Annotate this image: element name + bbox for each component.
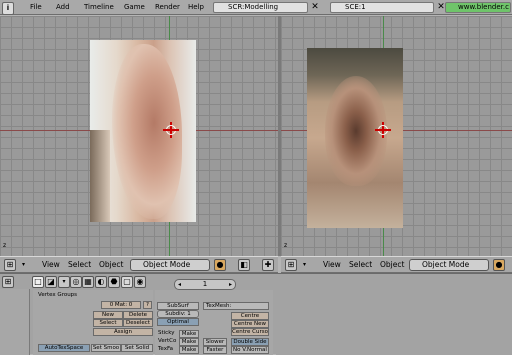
mode-selector[interactable]: Object Mode bbox=[130, 259, 210, 271]
set-smooth-button[interactable]: Set Smoo bbox=[91, 344, 121, 352]
3d-cursor-icon bbox=[375, 122, 391, 138]
make-texface-button[interactable]: Make bbox=[179, 346, 199, 354]
logic-icon[interactable]: ◎ bbox=[70, 276, 82, 288]
editor-type-icon[interactable]: ⊞ bbox=[4, 259, 16, 271]
panel-icon[interactable]: □ bbox=[32, 276, 44, 288]
script-icon[interactable]: ▦ bbox=[82, 276, 94, 288]
editing-icon[interactable]: ▢ bbox=[121, 276, 133, 288]
manipulator-icon[interactable]: ✚ bbox=[262, 259, 274, 271]
menu-view[interactable]: View bbox=[42, 259, 60, 271]
delete-material-button[interactable]: Delete bbox=[123, 311, 153, 319]
axis-indicator: z bbox=[284, 242, 288, 249]
collapse-icon[interactable]: ▾ bbox=[303, 259, 306, 271]
subsurf-toggle[interactable]: SubSurf bbox=[157, 302, 199, 310]
editor-type-icon[interactable]: ⊞ bbox=[285, 259, 297, 271]
new-material-button[interactable]: New bbox=[93, 311, 123, 319]
vertcol-label: VertCo bbox=[158, 338, 177, 344]
ear-side-reference-image bbox=[307, 48, 403, 228]
menu-file[interactable]: File bbox=[30, 2, 42, 13]
viewport-left[interactable]: z bbox=[0, 16, 278, 256]
layout-icon[interactable]: ◪ bbox=[45, 276, 57, 288]
material-help-button[interactable]: ? bbox=[143, 301, 152, 309]
draw-type-icon[interactable]: ● bbox=[214, 259, 226, 271]
buttons-window: ⊞ □ ◪ ▾ ◎ ▦ ◐ ⬣ ▢ ◉ ◂ 1 ▸ Vertex Groups … bbox=[0, 273, 512, 355]
menu-object[interactable]: Object bbox=[99, 259, 123, 271]
no-vnormal-toggle[interactable]: No V.Normal bbox=[231, 346, 269, 354]
viewport-header-right: ⊞ ▾ View Select Object Object Mode ● bbox=[281, 256, 512, 273]
mesh-panel: SubSurf Subdiv: 1 Optimal TexMesh: Stick… bbox=[155, 290, 273, 355]
screen-close-icon[interactable]: ✕ bbox=[310, 2, 320, 13]
shading-icon[interactable]: ◐ bbox=[95, 276, 107, 288]
link-materials-panel: Vertex Groups 0 Mat: 0 ? New Delete Sele… bbox=[33, 290, 153, 355]
texmesh-field[interactable]: TexMesh: bbox=[203, 302, 269, 310]
material-index-field[interactable]: 0 Mat: 0 bbox=[101, 301, 141, 309]
menu-object[interactable]: Object bbox=[380, 259, 404, 271]
deselect-button[interactable]: Deselect bbox=[123, 319, 153, 327]
3d-cursor-icon bbox=[163, 122, 179, 138]
axis-indicator: z bbox=[3, 242, 7, 249]
menu-render[interactable]: Render bbox=[155, 2, 180, 13]
page-prev-icon[interactable]: ◂ bbox=[178, 280, 181, 289]
menu-view[interactable]: View bbox=[323, 259, 341, 271]
page-stepper[interactable]: ◂ 1 ▸ bbox=[174, 279, 236, 290]
double-sided-toggle[interactable]: Double Side bbox=[231, 338, 269, 346]
buttons-side-strip bbox=[0, 289, 30, 355]
object-icon[interactable]: ⬣ bbox=[108, 276, 120, 288]
menu-add[interactable]: Add bbox=[56, 2, 70, 13]
subdiv-field[interactable]: Subdiv: 1 bbox=[157, 310, 199, 318]
page-next-icon[interactable]: ▸ bbox=[229, 280, 232, 289]
viewport-header-left: ⊞ ▾ View Select Object Object Mode ● ◧ ✚ bbox=[0, 256, 278, 273]
screen-selector[interactable]: SCR:Modelling bbox=[213, 2, 308, 13]
mode-selector[interactable]: Object Mode bbox=[409, 259, 489, 271]
viewport-right[interactable]: z bbox=[281, 16, 512, 256]
menu-timeline[interactable]: Timeline bbox=[84, 2, 114, 13]
texface-label: TexFa bbox=[158, 346, 173, 352]
scene-icon[interactable]: ◉ bbox=[134, 276, 146, 288]
page-number: 1 bbox=[202, 280, 208, 288]
draw-type-icon[interactable]: ● bbox=[493, 259, 505, 271]
centre-button[interactable]: Centre bbox=[231, 312, 269, 320]
mode-label: Object Mode bbox=[422, 260, 470, 269]
optimal-toggle[interactable]: Optimal bbox=[157, 318, 199, 326]
website-link[interactable]: www.blender.c bbox=[445, 2, 511, 13]
sticky-label: Sticky bbox=[158, 330, 175, 336]
mode-label: Object Mode bbox=[143, 260, 191, 269]
menu-select[interactable]: Select bbox=[68, 259, 91, 271]
make-vertcol-button[interactable]: Make bbox=[179, 338, 199, 346]
set-solid-button[interactable]: Set Solid bbox=[121, 344, 153, 352]
select-button[interactable]: Select bbox=[93, 319, 123, 327]
collapse-icon[interactable]: ▾ bbox=[58, 276, 70, 288]
collapse-icon[interactable]: ▾ bbox=[22, 259, 25, 271]
menu-select[interactable]: Select bbox=[349, 259, 372, 271]
make-sticky-button[interactable]: Make bbox=[179, 330, 199, 338]
auto-tex-space-toggle[interactable]: AutoTexSpace bbox=[38, 344, 90, 352]
empty-panel-area bbox=[276, 290, 512, 355]
menu-game[interactable]: Game bbox=[124, 2, 145, 13]
menu-help[interactable]: Help bbox=[188, 2, 204, 13]
assign-button[interactable]: Assign bbox=[93, 328, 153, 336]
info-icon[interactable]: i bbox=[2, 2, 14, 15]
scene-name: SCE:1 bbox=[345, 3, 366, 11]
faster-button[interactable]: Faster bbox=[203, 346, 227, 354]
slower-button[interactable]: Slower bbox=[203, 338, 227, 346]
vertex-groups-label: Vertex Groups bbox=[38, 292, 78, 298]
ear-reference-image bbox=[90, 40, 196, 222]
centre-cursor-button[interactable]: Centre Cursor bbox=[231, 328, 269, 336]
centre-new-button[interactable]: Centre New bbox=[231, 320, 269, 328]
website-text: www.blender.c bbox=[458, 3, 509, 11]
pivot-icon[interactable]: ◧ bbox=[238, 259, 250, 271]
screen-name: SCR:Modelling bbox=[228, 3, 279, 11]
buttons-editor-type-icon[interactable]: ⊞ bbox=[2, 276, 14, 288]
scene-selector[interactable]: SCE:1 bbox=[330, 2, 434, 13]
top-menu-bar: i File Add Timeline Game Render Help SCR… bbox=[0, 0, 512, 15]
